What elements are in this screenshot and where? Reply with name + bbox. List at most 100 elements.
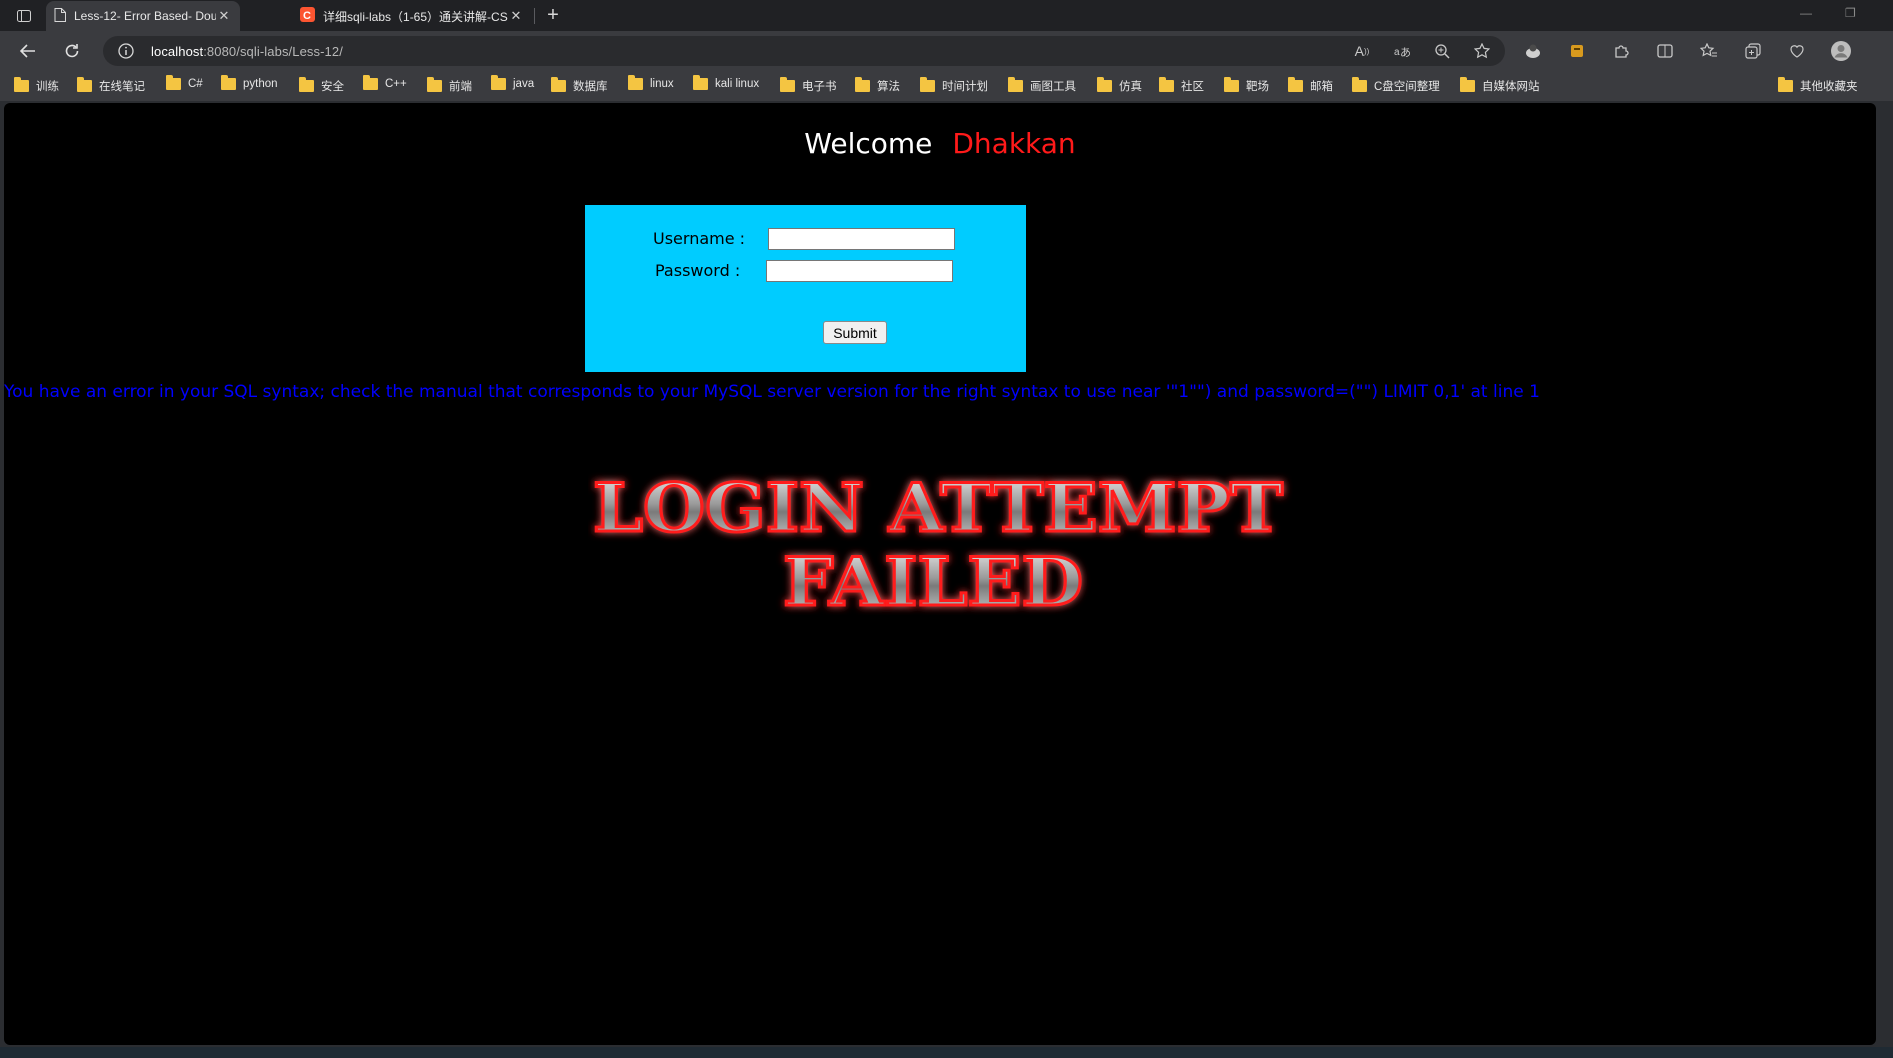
bookmark-folder[interactable]: 邮箱 <box>1288 77 1333 94</box>
welcome-name: Dhakkan <box>952 127 1076 160</box>
collections-icon[interactable] <box>1742 40 1764 62</box>
bookmark-folder[interactable]: C盘空间整理 <box>1352 77 1440 94</box>
bookmark-folder[interactable]: 靶场 <box>1224 77 1269 94</box>
login-form: Username : Password : Submit <box>585 205 1026 372</box>
folder-icon <box>1288 77 1303 92</box>
bookmarks-bar: 训练 在线笔记 C# python 安全 C++ 前端 java 数据库 lin… <box>0 71 1893 101</box>
tab-title: Less-12- Error Based- Double quo <box>74 9 216 23</box>
folder-icon <box>780 77 795 92</box>
minimize-button[interactable]: — <box>1800 6 1812 20</box>
folder-icon <box>299 77 314 92</box>
bookmark-folder[interactable]: 自媒体网站 <box>1460 77 1540 94</box>
password-label: Password : <box>655 261 741 280</box>
reload-button[interactable] <box>58 37 86 65</box>
close-tab-icon[interactable]: ✕ <box>216 8 232 24</box>
extensions-puzzle-icon[interactable] <box>1610 40 1632 62</box>
username-label: Username : <box>653 229 746 248</box>
back-button[interactable] <box>14 37 42 65</box>
bookmark-label: 社区 <box>1181 81 1204 93</box>
tab-strip: Less-12- Error Based- Double quo ✕ C 详细s… <box>0 0 1893 31</box>
page-viewport: Welcome Dhakkan Username : Password : Sub… <box>4 103 1876 1045</box>
bookmark-folder[interactable]: java <box>491 75 534 90</box>
translate-icon[interactable]: aあ <box>1391 40 1413 62</box>
bookmark-label: 画图工具 <box>1030 81 1076 93</box>
bookmark-label: C++ <box>385 78 407 90</box>
bookmark-folder[interactable]: python <box>221 75 278 90</box>
bookmark-folder[interactable]: C++ <box>363 75 407 90</box>
bookmark-label: 算法 <box>877 81 900 93</box>
restore-button[interactable]: ❐ <box>1845 6 1856 20</box>
folder-icon <box>14 77 29 92</box>
folder-icon <box>1159 77 1174 92</box>
new-tab-button[interactable]: + <box>541 3 565 27</box>
folder-icon <box>77 77 92 92</box>
profile-avatar-icon[interactable] <box>1830 40 1852 62</box>
bookmark-folder[interactable]: linux <box>628 75 674 90</box>
folder-icon <box>1352 77 1367 92</box>
failed-text-line1: LOGIN ATTEMPT <box>593 469 1283 547</box>
folder-icon <box>1008 77 1023 92</box>
folder-icon <box>166 75 181 90</box>
bookmark-label: 邮箱 <box>1310 81 1333 93</box>
zoom-icon[interactable] <box>1431 40 1453 62</box>
reload-icon <box>65 44 79 58</box>
url-text[interactable]: localhost:8080/sqli-labs/Less-12/ <box>151 44 343 59</box>
folder-icon <box>1097 77 1112 92</box>
bookmark-label: 其他收藏夹 <box>1800 81 1858 93</box>
bookmark-folder[interactable]: 电子书 <box>780 77 837 94</box>
tab-csdn[interactable]: C 详细sqli-labs（1-65）通关讲解-CS ✕ <box>292 1 532 31</box>
bookmark-label: 仿真 <box>1119 81 1142 93</box>
bookmark-label: linux <box>650 78 674 90</box>
browser-essentials-icon[interactable] <box>1786 40 1808 62</box>
bookmark-folder[interactable]: 前端 <box>427 77 472 94</box>
extension-bookmark-icon[interactable] <box>1566 40 1588 62</box>
csdn-icon: C <box>300 7 315 25</box>
welcome-text: Welcome <box>804 127 933 160</box>
close-tab-icon[interactable]: ✕ <box>508 8 524 24</box>
address-actions: A)) aあ <box>1351 40 1493 62</box>
folder-icon <box>628 75 643 90</box>
read-aloud-icon[interactable]: A)) <box>1351 40 1373 62</box>
extension-cat-icon[interactable] <box>1522 40 1544 62</box>
site-info-icon[interactable] <box>115 40 137 62</box>
bookmark-label: 自媒体网站 <box>1482 81 1540 93</box>
bookmark-folder[interactable]: 画图工具 <box>1008 77 1076 94</box>
tab-less-12[interactable]: Less-12- Error Based- Double quo ✕ <box>46 1 240 31</box>
page-icon <box>54 7 66 25</box>
sql-error-message: You have an error in your SQL syntax; ch… <box>4 382 1540 402</box>
folder-icon <box>1778 77 1793 92</box>
folder-icon <box>920 77 935 92</box>
username-field[interactable] <box>768 228 955 250</box>
other-bookmarks-folder[interactable]: 其他收藏夹 <box>1778 77 1858 94</box>
folder-icon <box>1460 77 1475 92</box>
url-path: :8080/sqli-labs/Less-12/ <box>203 43 343 59</box>
svg-text:C: C <box>303 10 311 22</box>
bookmark-label: 时间计划 <box>942 81 988 93</box>
bookmark-label: C盘空间整理 <box>1374 81 1440 93</box>
bookmark-folder[interactable]: 在线笔记 <box>77 77 145 94</box>
folder-icon <box>693 75 708 90</box>
password-field[interactable] <box>766 260 953 282</box>
tab-actions-icon[interactable] <box>10 5 38 27</box>
bookmark-folder[interactable]: 社区 <box>1159 77 1204 94</box>
bookmark-label: 数据库 <box>573 81 608 93</box>
bookmark-folder[interactable]: 仿真 <box>1097 77 1142 94</box>
submit-button[interactable]: Submit <box>823 321 887 344</box>
bookmark-folder[interactable]: 安全 <box>299 77 344 94</box>
bookmark-folder[interactable]: C# <box>166 75 203 90</box>
favorites-icon[interactable] <box>1698 40 1720 62</box>
os-taskbar <box>0 1047 1893 1058</box>
split-screen-icon[interactable] <box>1654 40 1676 62</box>
bookmark-folder[interactable]: kali linux <box>693 75 759 90</box>
bookmark-folder[interactable]: 时间计划 <box>920 77 988 94</box>
bookmark-label: C# <box>188 78 203 90</box>
favorite-star-icon[interactable] <box>1471 40 1493 62</box>
folder-icon <box>1224 77 1239 92</box>
bookmark-folder[interactable]: 数据库 <box>551 77 608 94</box>
bookmark-label: 电子书 <box>802 81 837 93</box>
url-host: localhost <box>151 43 204 59</box>
address-bar[interactable]: localhost:8080/sqli-labs/Less-12/ A)) aあ <box>103 36 1505 66</box>
bookmark-folder[interactable]: 训练 <box>14 77 59 94</box>
bookmark-folder[interactable]: 算法 <box>855 77 900 94</box>
bookmark-label: 前端 <box>449 81 472 93</box>
